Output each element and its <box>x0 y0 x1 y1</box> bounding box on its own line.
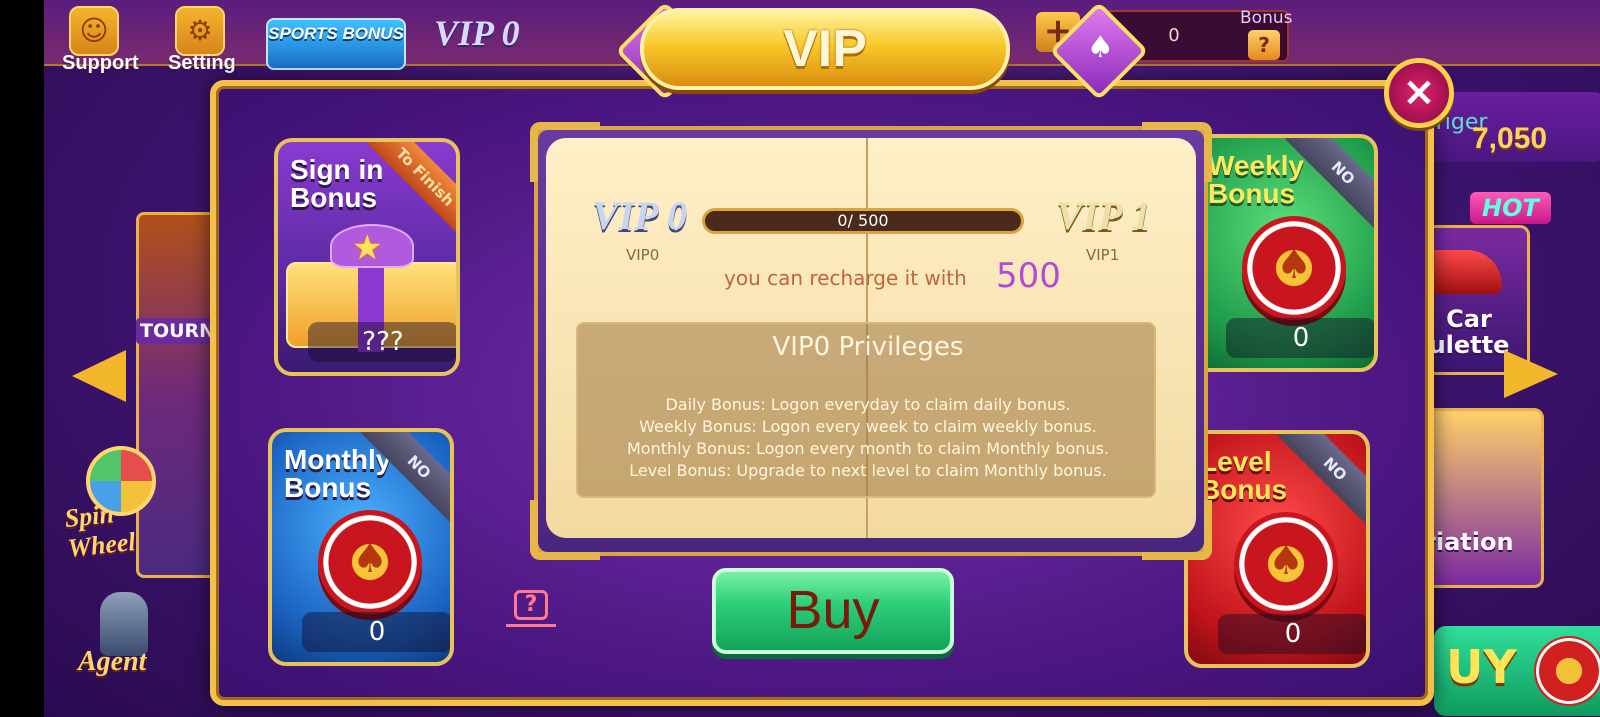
next-vip-level: VIP 1 <box>1056 193 1152 238</box>
screen: ☺ Support ⚙ Setting SPORTS BONUS VIP 0 +… <box>0 0 1600 717</box>
monthly-bonus-value: 0 <box>302 612 450 652</box>
book-corner <box>1142 122 1212 182</box>
agent-label: Agent <box>78 646 147 677</box>
modal-title: VIP <box>783 20 867 78</box>
next-vip-caption: VIP1 <box>1086 246 1120 264</box>
buy-label: Buy <box>786 580 880 640</box>
vip-progress-bar: 0/ 500 <box>702 208 1024 234</box>
current-vip-caption: VIP0 <box>626 246 660 264</box>
book-corner <box>1142 500 1212 560</box>
privileges-panel: VIP0 Privileges Daily Bonus: Logon every… <box>576 322 1156 498</box>
recharge-amount: 500 <box>996 256 1061 296</box>
chip-icon: ♠ <box>1234 512 1338 616</box>
privilege-item: Daily Bonus: Logon everyday to claim dai… <box>665 395 1071 414</box>
monthly-bonus-card[interactable]: Monthly Bonus NO ♠ 0 <box>268 428 454 666</box>
car-roulette-label: Car ulette <box>1428 305 1510 359</box>
support-label: Support <box>62 52 139 74</box>
game-lobby: ☺ Support ⚙ Setting SPORTS BONUS VIP 0 +… <box>44 0 1600 717</box>
vip-modal: ★ Sign in Bonus To Finish ??? Weekly Bon… <box>210 80 1434 706</box>
spade-icon: ♠ <box>1086 29 1114 65</box>
vip-book: VIP 0 VIP 1 VIP0 VIP1 0/ 500 you can rec… <box>530 122 1212 560</box>
gear-icon: ⚙ <box>175 6 225 56</box>
agent-button[interactable]: Agent <box>64 590 184 700</box>
setting-label: Setting <box>168 52 236 74</box>
star-icon: ★ <box>352 228 383 268</box>
modal-title-bar: VIP <box>640 8 1010 90</box>
chip-icon: ♠ <box>1242 216 1346 320</box>
variation-label: riation <box>1424 528 1514 556</box>
privilege-item: Weekly Bonus: Logon every week to claim … <box>639 417 1097 436</box>
weekly-bonus-card[interactable]: Weekly Bonus NO ♠ 0 <box>1192 134 1378 372</box>
spin-wheel-label: Spin Wheel <box>63 499 137 563</box>
spade-icon: ♠ <box>1268 538 1304 584</box>
help-book-icon[interactable]: ? <box>506 590 556 634</box>
close-icon[interactable]: × <box>1384 58 1454 128</box>
support-icon: ☺ <box>69 6 119 56</box>
book-corner <box>530 122 600 182</box>
privilege-item: Level Bonus: Upgrade to next level to cl… <box>629 461 1107 480</box>
recharge-text: you can recharge it with <box>724 266 967 290</box>
chip-icon: ♠ <box>318 510 422 614</box>
spin-wheel-button[interactable]: Spin Wheel <box>62 440 182 563</box>
help-base <box>506 624 556 632</box>
support-button[interactable]: ☺ Support <box>62 6 139 75</box>
privilege-item: Monthly Bonus: Logon every month to clai… <box>626 439 1109 458</box>
sign-in-bonus-value: ??? <box>308 322 456 362</box>
help-question-mark: ? <box>524 592 538 617</box>
hot-badge: HOT <box>1470 192 1551 224</box>
weekly-bonus-value: 0 <box>1226 318 1374 358</box>
background-buy-label: UY <box>1446 640 1517 694</box>
sports-bonus-button[interactable]: SPORTS BONUS <box>266 18 406 70</box>
level-bonus-value: 0 <box>1218 614 1366 654</box>
privileges-list: Daily Bonus: Logon everyday to claim dai… <box>578 394 1158 482</box>
sign-in-bonus-card[interactable]: ★ Sign in Bonus To Finish ??? <box>274 138 460 376</box>
spade-icon: ♠ <box>1276 242 1312 288</box>
current-vip-level: VIP 0 <box>592 193 688 238</box>
left-arrow-icon[interactable] <box>72 350 126 402</box>
chip-icon <box>1534 636 1600 706</box>
tiger-amount: 7,050 <box>1472 122 1548 155</box>
book-corner <box>530 500 600 560</box>
right-arrow-icon[interactable] <box>1504 350 1558 398</box>
vip-level-badge[interactable]: VIP 0 <box>434 12 520 54</box>
bonus-label: Bonus <box>1240 8 1293 28</box>
bonus-help-button[interactable]: ? <box>1248 30 1280 60</box>
spade-icon: ♠ <box>352 536 388 582</box>
privileges-title: VIP0 Privileges <box>772 332 964 362</box>
vip-progress-text: 0/ 500 <box>837 211 889 230</box>
buy-button[interactable]: Buy <box>712 568 954 654</box>
setting-button[interactable]: ⚙ Setting <box>168 6 236 75</box>
